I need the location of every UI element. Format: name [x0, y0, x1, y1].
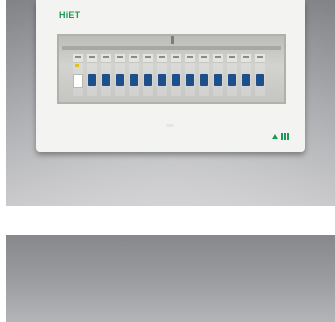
product-photo: HiET — [6, 0, 335, 206]
breaker-toggle — [200, 74, 208, 86]
main-breaker — [73, 54, 83, 96]
breaker-toggle — [116, 74, 124, 86]
label-mark — [215, 56, 221, 58]
breaker-row — [73, 54, 265, 96]
breaker-toggle — [130, 74, 138, 86]
cover-screw — [166, 124, 174, 127]
label-mark — [187, 56, 193, 58]
grid-mark-icon — [281, 133, 289, 140]
breaker-toggle — [172, 74, 180, 86]
circuit-breaker — [101, 54, 111, 96]
breaker-toggle — [144, 74, 152, 86]
label-mark — [159, 56, 165, 58]
label-mark — [243, 56, 249, 58]
breaker-toggle — [158, 74, 166, 86]
label-mark — [103, 56, 109, 58]
certification-mark-icon — [272, 133, 289, 140]
label-mark — [229, 56, 235, 58]
circuit-breaker — [143, 54, 153, 96]
breaker-toggle — [256, 74, 264, 86]
indicator-light — [75, 64, 79, 67]
circuit-breaker — [157, 54, 167, 96]
circuit-breaker — [255, 54, 265, 96]
breaker-toggle — [214, 74, 222, 86]
circuit-breaker — [213, 54, 223, 96]
label-mark — [117, 56, 123, 58]
label-mark — [201, 56, 207, 58]
brand-logo-text: HiET — [59, 10, 81, 20]
distribution-box: HiET — [36, 0, 305, 152]
circuit-breaker — [171, 54, 181, 96]
circuit-breaker — [185, 54, 195, 96]
label-mark — [145, 56, 151, 58]
breaker-toggle — [102, 74, 110, 86]
circuit-breaker — [227, 54, 237, 96]
arrow-mark-icon — [272, 134, 278, 139]
circuit-breaker — [87, 54, 97, 96]
breaker-toggle — [228, 74, 236, 86]
circuit-breaker — [199, 54, 209, 96]
label-mark — [257, 56, 263, 58]
second-product-photo — [6, 235, 335, 322]
circuit-breaker — [115, 54, 125, 96]
breaker-toggle — [242, 74, 250, 86]
breaker-toggle — [88, 74, 96, 86]
breaker-toggle — [186, 74, 194, 86]
cover-latch — [170, 36, 174, 44]
breaker-window — [57, 34, 286, 104]
label-mark — [173, 56, 179, 58]
circuit-breaker — [129, 54, 139, 96]
din-rail — [62, 46, 281, 50]
label-mark — [131, 56, 137, 58]
circuit-breaker — [241, 54, 251, 96]
breaker-toggle — [73, 74, 83, 88]
label-mark — [89, 56, 95, 58]
label-mark — [75, 56, 81, 58]
